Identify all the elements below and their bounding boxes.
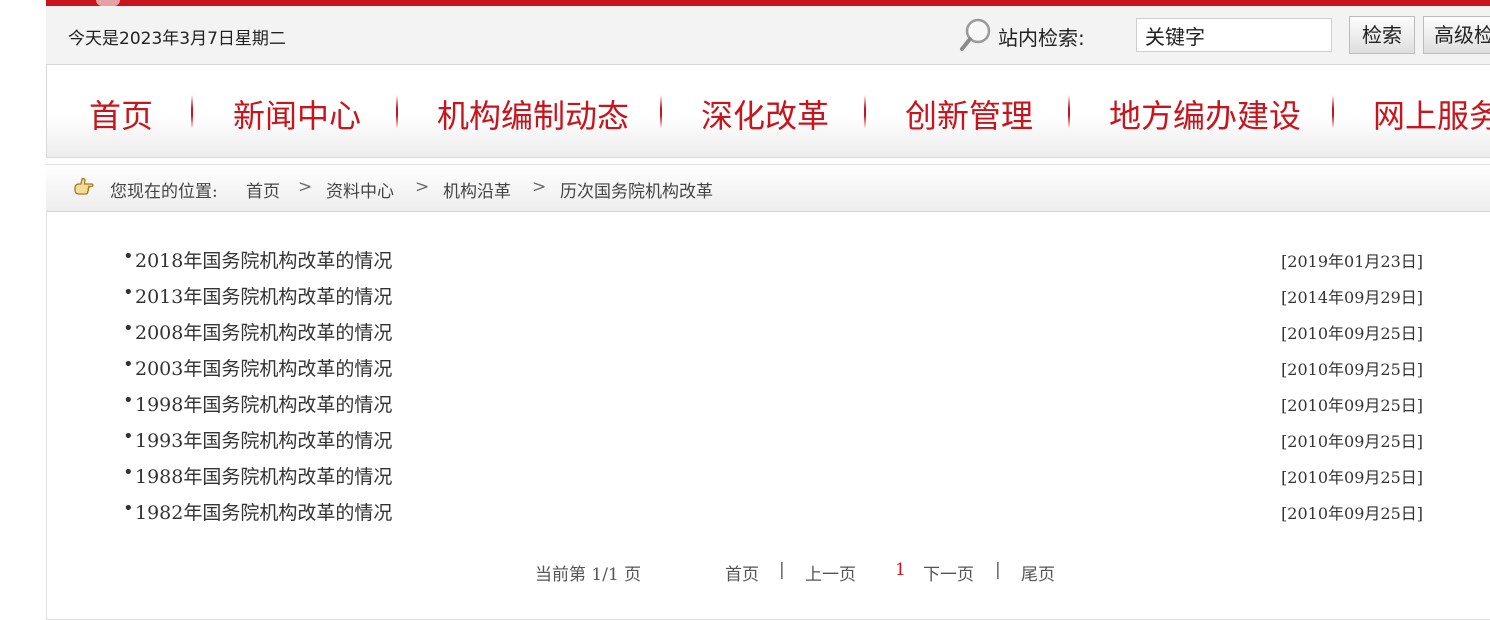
article-date: [2019年01月23日] xyxy=(1281,252,1423,271)
article-list-panel: • 2018年国务院机构改革的情况 [2019年01月23日] • 2013年国… xyxy=(46,210,1490,620)
advanced-search-button[interactable]: 高级检索 xyxy=(1423,16,1490,54)
nav-divider xyxy=(396,95,398,129)
article-date: [2010年09月25日] xyxy=(1281,504,1423,523)
list-item: • 2018年国务院机构改革的情况 [2019年01月23日] xyxy=(123,246,1423,273)
list-item: • 1988年国务院机构改革的情况 [2010年09月25日] xyxy=(123,462,1423,489)
article-link[interactable]: 1982年国务院机构改革的情况 xyxy=(135,498,392,525)
article-date: [2010年09月25日] xyxy=(1281,432,1423,451)
breadcrumb-separator: > xyxy=(415,177,430,197)
article-date: [2014年09月29日] xyxy=(1281,288,1423,307)
next-page-link[interactable]: 下一页 xyxy=(923,560,974,585)
article-link[interactable]: 1998年国务院机构改革的情况 xyxy=(135,390,392,417)
magnifier-icon xyxy=(960,18,991,51)
list-item: • 2013年国务院机构改革的情况 [2014年09月29日] xyxy=(123,282,1423,309)
list-item: • 2003年国务院机构改革的情况 [2010年09月25日] xyxy=(123,354,1423,381)
search-label: 站内检索: xyxy=(998,26,1085,50)
nav-divider xyxy=(191,95,193,129)
first-page-link[interactable]: 首页 xyxy=(725,560,759,585)
article-date: [2010年09月25日] xyxy=(1281,324,1423,343)
article-link[interactable]: 1993年国务院机构改革的情况 xyxy=(135,426,392,453)
article-link[interactable]: 2008年国务院机构改革的情况 xyxy=(135,318,392,345)
article-link[interactable]: 2003年国务院机构改革的情况 xyxy=(135,354,392,381)
breadcrumb-resource-center[interactable]: 资料中心 xyxy=(326,177,394,202)
list-item: • 1982年国务院机构改革的情况 [2010年09月25日] xyxy=(123,498,1423,525)
article-link[interactable]: 2018年国务院机构改革的情况 xyxy=(135,246,392,273)
pager-separator: | xyxy=(995,560,1001,580)
list-item: • 2008年国务院机构改革的情况 [2010年09月25日] xyxy=(123,318,1423,345)
article-date: [2010年09月25日] xyxy=(1281,360,1423,379)
nav-item-local-offices[interactable]: 地方编办建设 xyxy=(1109,91,1301,137)
breadcrumb-home[interactable]: 首页 xyxy=(246,177,280,202)
nav-divider xyxy=(1068,95,1070,129)
pager-separator: | xyxy=(779,560,785,580)
article-link[interactable]: 1988年国务院机构改革的情况 xyxy=(135,462,392,489)
main-nav: 首页 新闻中心 机构编制动态 深化改革 创新管理 地方编办建设 网上服务 xyxy=(46,64,1490,158)
current-page-number: 1 xyxy=(895,560,906,580)
list-item: • 1998年国务院机构改革的情况 [2010年09月25日] xyxy=(123,390,1423,417)
breadcrumb-prefix: 您现在的位置: xyxy=(110,182,218,202)
search-button[interactable]: 检索 xyxy=(1349,16,1415,54)
nav-divider xyxy=(660,95,662,129)
nav-divider xyxy=(1332,95,1334,129)
nav-item-online-service[interactable]: 网上服务 xyxy=(1373,91,1490,137)
nav-divider xyxy=(864,95,866,129)
breadcrumb-org-history[interactable]: 机构沿革 xyxy=(443,177,511,202)
search-input[interactable] xyxy=(1136,18,1332,52)
nav-item-home[interactable]: 首页 xyxy=(89,91,153,137)
nav-item-org-dynamics[interactable]: 机构编制动态 xyxy=(437,91,629,137)
list-item: • 1993年国务院机构改革的情况 [2010年09月25日] xyxy=(123,426,1423,453)
breadcrumb-separator: > xyxy=(532,177,547,197)
nav-item-reform[interactable]: 深化改革 xyxy=(701,91,829,137)
nav-item-news[interactable]: 新闻中心 xyxy=(233,91,361,137)
breadcrumb-separator: > xyxy=(298,177,313,197)
prev-page-link[interactable]: 上一页 xyxy=(805,560,856,585)
current-date: 今天是2023年3月7日星期二 xyxy=(68,29,286,49)
article-date: [2010年09月25日] xyxy=(1281,396,1423,415)
header-bar: 今天是2023年3月7日星期二 站内检索: 检索 高级检索 xyxy=(46,6,1490,64)
breadcrumb-current[interactable]: 历次国务院机构改革 xyxy=(560,177,713,202)
nav-item-innovation[interactable]: 创新管理 xyxy=(905,91,1033,137)
pointing-hand-icon xyxy=(74,178,94,195)
article-date: [2010年09月25日] xyxy=(1281,468,1423,487)
page-status: 当前第 1/1 页 xyxy=(535,565,642,585)
article-link[interactable]: 2013年国务院机构改革的情况 xyxy=(135,282,392,309)
breadcrumb: 您现在的位置: 首页 > 资料中心 > 机构沿革 > 历次国务院机构改革 xyxy=(46,164,1490,212)
last-page-link[interactable]: 尾页 xyxy=(1021,560,1055,585)
